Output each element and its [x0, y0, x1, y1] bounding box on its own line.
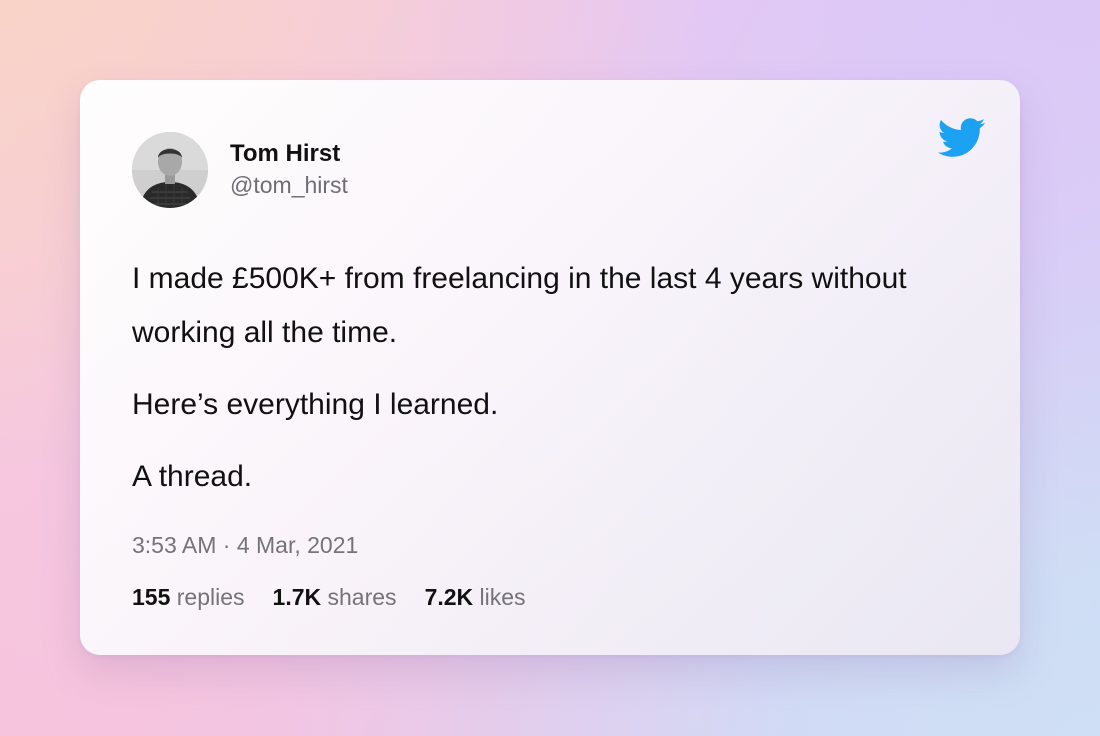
twitter-bird-icon [937, 118, 986, 158]
avatar-photo [132, 132, 208, 208]
shares-count: 1.7K [272, 584, 322, 610]
shares-stat[interactable]: 1.7K shares [273, 584, 397, 611]
likes-label: likes [479, 584, 526, 610]
tweet-timestamp[interactable]: 3:53 AM · 4 Mar, 2021 [132, 532, 358, 559]
replies-stat[interactable]: 155 replies [132, 584, 245, 611]
tweet-stats: 155 replies 1.7K shares 7.2K likes [132, 584, 554, 611]
tweet-paragraph: I made £500K+ from freelancing in the la… [132, 262, 907, 349]
shares-label: shares [327, 584, 397, 610]
tweet-paragraph: A thread. [132, 460, 253, 493]
replies-label: replies [176, 584, 245, 610]
tweet-card: Tom Hirst @tom_hirst I made £500K+ from … [80, 80, 1020, 655]
likes-stat[interactable]: 7.2K likes [425, 584, 526, 611]
tweet-text: I made £500K+ from freelancing in the la… [132, 252, 962, 522]
likes-count: 7.2K [424, 584, 474, 610]
author-handle[interactable]: @tom_hirst [230, 172, 348, 199]
replies-count: 155 [132, 584, 171, 610]
tweet-paragraph: Here’s everything I learned. [132, 388, 499, 421]
avatar[interactable] [132, 132, 208, 208]
author-name[interactable]: Tom Hirst [230, 140, 340, 168]
